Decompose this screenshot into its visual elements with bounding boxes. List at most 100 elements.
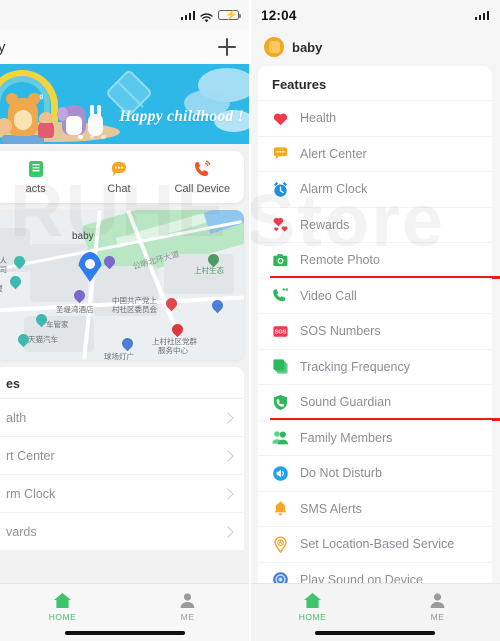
feature-row-sound-guardian[interactable]: Sound Guardian (258, 384, 500, 421)
left-features-heading: es (6, 377, 20, 391)
feature-label: Health (300, 111, 337, 126)
heart-icon (272, 110, 289, 127)
map-label: 上村社区党群 (152, 337, 197, 346)
layers-icon (272, 358, 289, 375)
chat-bubble-icon (109, 159, 129, 179)
left-status-bar: ⚡ (0, 0, 250, 30)
feature-label: SOS Numbers (300, 324, 381, 339)
location-pin-icon (272, 536, 289, 553)
chevron-right-icon (222, 411, 234, 424)
feature-row-video-call[interactable]: Video Call (258, 277, 492, 314)
feature-label: Family Members (300, 430, 393, 445)
left-feature-label: rm Clock (6, 486, 56, 501)
left-feature-row[interactable]: alth (0, 398, 244, 436)
map-pin-label: baby (72, 231, 94, 242)
banner-dots[interactable] (78, 134, 106, 139)
contacts-icon (26, 159, 46, 179)
map-label: 球场灯广 (104, 352, 134, 360)
hearts-icon (272, 216, 289, 233)
left-phone-screen: ⚡ y kg Happy childhood ! (0, 0, 250, 641)
quick-action-label: Call Device (174, 183, 231, 195)
feature-row-sos-numbers[interactable]: SOS SOS Numbers (258, 313, 492, 349)
person-icon (429, 592, 446, 609)
video-call-icon (272, 287, 289, 304)
home-indicator (315, 630, 435, 635)
feature-row-family-members[interactable]: Family Members (258, 419, 492, 456)
left-tab-bar: HOME ME (0, 583, 250, 641)
map-label: 大厦 (0, 284, 3, 293)
camera-icon (272, 252, 289, 269)
left-feature-label: rt Center (6, 448, 55, 463)
dual-screenshot: ⚡ y kg Happy childhood ! (0, 0, 500, 641)
left-features-card: es alth rt Center rm Clock vards (0, 367, 244, 550)
feature-label: Rewards (300, 217, 350, 232)
feature-row-sms-alerts[interactable]: SMS Alerts (258, 490, 492, 527)
right-tab-bar: HOME ME (250, 583, 500, 641)
feature-row-location-based-service[interactable]: Set Location-Based Service (258, 526, 492, 562)
left-feature-row[interactable]: rm Clock (0, 474, 244, 512)
panel-divider (249, 0, 251, 641)
right-phone-screen: 12:04 baby Features Health Alert Center … (250, 0, 500, 641)
alert-bubble-icon (272, 145, 289, 162)
feature-label: Set Location-Based Service (300, 537, 455, 552)
left-nav-title: y (0, 38, 6, 56)
quick-action-label: acts (25, 183, 46, 195)
quick-action-contacts[interactable]: acts (0, 159, 77, 195)
chevron-right-icon (222, 449, 234, 462)
child-illustration-2 (38, 112, 54, 138)
features-heading: Features (272, 77, 327, 92)
feature-row-rewards[interactable]: Rewards (258, 206, 492, 243)
svg-text:SOS: SOS (275, 329, 287, 335)
feature-row-do-not-disturb[interactable]: Do Not Disturb (258, 455, 492, 491)
right-status-bar: 12:04 (250, 0, 500, 30)
home-icon (303, 592, 322, 609)
map-poi[interactable] (119, 335, 136, 352)
feature-label: Do Not Disturb (300, 466, 382, 481)
promo-banner[interactable]: kg Happy childhood ! (0, 64, 250, 144)
map-label: 公司 (0, 265, 7, 274)
map-view[interactable]: baby 公明北环大道 上村生态 中国共产党上 村社区委员会 圣堤湾酒店 车管家… (0, 210, 244, 360)
tab-label: HOME (48, 611, 77, 622)
family-icon (272, 429, 289, 446)
signal-bars-icon (474, 10, 489, 20)
speaker-icon (272, 465, 289, 482)
left-feature-label: vards (6, 524, 37, 539)
feature-label: Remote Photo (300, 253, 380, 268)
add-icon[interactable] (216, 36, 238, 58)
device-header[interactable]: baby (250, 30, 500, 64)
left-feature-row[interactable]: vards (0, 512, 244, 550)
quick-action-chat[interactable]: Chat (77, 159, 160, 195)
rabbit-illustration (88, 105, 103, 136)
features-card: Features Health Alert Center Alarm Clock (258, 66, 500, 597)
feature-label: Video Call (300, 288, 357, 303)
shield-phone-icon (272, 394, 289, 411)
left-feature-label: alth (6, 410, 27, 425)
home-icon (53, 592, 72, 609)
avatar-icon (264, 37, 284, 57)
feature-row-tracking-frequency[interactable]: Tracking Frequency (258, 348, 492, 385)
feature-row-health[interactable]: Health (258, 100, 492, 136)
feature-label: Sound Guardian (300, 395, 392, 410)
quick-action-call-device[interactable]: Call Device (161, 159, 244, 195)
feature-row-alert-center[interactable]: Alert Center (258, 135, 492, 172)
feature-row-alarm-clock[interactable]: Alarm Clock (258, 171, 492, 207)
wifi-icon (200, 10, 213, 23)
left-feature-row[interactable]: rt Center (0, 436, 244, 474)
person-icon (179, 592, 196, 609)
elephant-illustration (57, 105, 86, 135)
tab-label: HOME (298, 611, 327, 622)
map-label: 传人 (0, 256, 7, 265)
map-poi[interactable] (7, 273, 24, 290)
device-name: baby (292, 39, 323, 55)
feature-label: Alarm Clock (300, 182, 368, 197)
quick-action-label: Chat (107, 183, 131, 195)
map-label: 车管家 (46, 320, 69, 329)
phone-call-icon (192, 159, 212, 179)
quick-actions-card: acts Chat Call Device (0, 151, 244, 203)
banner-text: Happy childhood ! (119, 108, 244, 125)
alarm-clock-icon (272, 181, 289, 198)
left-navbar: y (0, 30, 250, 64)
feature-row-remote-photo[interactable]: Remote Photo (258, 242, 500, 279)
home-indicator (65, 630, 185, 635)
signal-bars-icon (180, 10, 195, 20)
